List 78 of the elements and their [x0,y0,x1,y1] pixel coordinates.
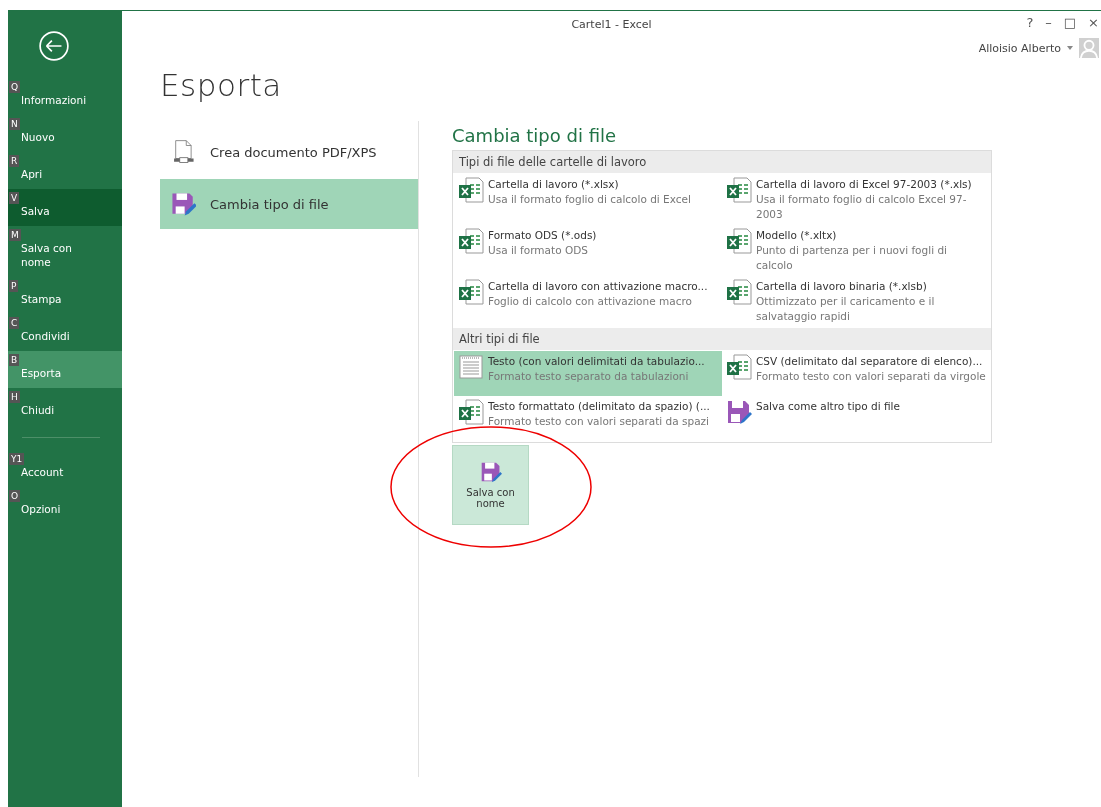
file-type-item[interactable]: Testo formattato (delimitato da spazio) (... Formato testo con valori separati da spazi [454,396,722,441]
file-type-item[interactable]: Salva come altro tipo di file [722,396,990,441]
key-tip: C [9,317,20,329]
file-type-description: Formato testo con valori separati da spazi [488,414,710,429]
floppy-pen-icon [726,399,752,425]
sidebar-item[interactable]: Y1 Account [8,450,122,487]
spreadsheet-icon [726,228,752,254]
file-type-description: Usa il formato ODS [488,243,589,258]
group-header: Tipi di file delle cartelle di lavoro [453,151,991,173]
file-type-item[interactable]: Cartella di lavoro (*.xlsx) Usa il formato foglio di calcolo di Excel [454,174,722,225]
file-type-description: Punto di partenza per i nuovi fogli di calcolo [756,243,948,273]
file-type-item[interactable]: Modello (*.xltx) Punto di partenza per i nuovi fogli di calcolo [722,225,990,276]
file-type-name: Cartella di lavoro binaria (*.xlsb) [756,279,928,294]
section-title: Cambia tipo di file [452,125,618,146]
file-type-description: Formato testo separato da tabulazioni [488,369,690,384]
file-type-name: Cartella di lavoro (*.xlsx) [488,177,620,192]
floppy-pen-icon [170,191,196,217]
sidebar-item[interactable]: V Salva [8,189,122,226]
key-tip: Q [9,81,21,93]
file-type-item[interactable]: Cartella di lavoro di Excel 97-2003 (*.xls) Usa il formato foglio di calcolo Excel 97-2003 [722,174,990,225]
window-control[interactable]: × [1088,15,1099,30]
key-tip: M [9,229,21,241]
save-as-button[interactable]: Salva con nome [452,445,529,525]
file-type-name: Modello (*.xltx) [756,228,838,243]
window-control[interactable]: ? [1026,15,1034,30]
sidebar-item[interactable]: P Stampa [8,277,122,314]
back-icon[interactable] [38,30,70,62]
key-tip: H [9,391,20,403]
key-tip: P [9,280,19,292]
file-type-item[interactable]: Testo (con valori delimitati da tabulazio... Formato testo separato da tabulazioni [454,351,722,396]
window-control[interactable]: □ [1063,15,1077,30]
file-type-description: Usa il formato foglio di calcolo Excel 97-2003 [756,192,968,222]
sidebar-item[interactable]: H Chiudi [8,388,122,425]
window-title: Cartel1 - Excel [571,17,652,31]
key-tip: B [9,354,20,366]
sidebar-item[interactable]: O Opzioni [8,487,122,524]
group-header: Altri tipi di file [453,328,991,350]
file-type-name: CSV (delimitato dal separatore di elenco)... [756,354,984,369]
sidebar-item[interactable]: C Condividi [8,314,122,351]
floppy-pen-icon [479,461,502,483]
file-type-description: Formato testo con valori separati da virgole [756,369,986,384]
file-type-name: Formato ODS (*.ods) [488,228,597,243]
export-option[interactable]: Crea documento PDF/XPS [160,127,418,177]
key-tip: R [9,155,20,167]
caret-icon[interactable] [1067,46,1073,50]
export-option[interactable]: Cambia tipo di file [160,179,418,229]
key-tip: Y1 [9,453,25,465]
key-tip: N [9,118,20,130]
spreadsheet-icon [458,228,484,254]
file-type-description: Foglio di calcolo con attivazione macro [488,294,693,309]
spreadsheet-icon [458,279,484,305]
file-type-name: Salva come altro tipo di file [756,399,900,414]
spreadsheet-icon [458,399,484,425]
text-file-icon [458,354,484,380]
sidebar-item[interactable]: Q Informazioni [8,78,122,115]
file-type-name: Cartella di lavoro con attivazione macro... [488,279,708,294]
spreadsheet-icon [726,177,752,203]
file-type-item[interactable]: Cartella di lavoro binaria (*.xlsb) Ottimizzato per il caricamento e il salvataggio rapidi [722,276,990,327]
user-name[interactable]: Alloisio Alberto [978,41,1061,55]
file-type-item[interactable]: Cartella di lavoro con attivazione macro... Foglio di calcolo con attivazione macro [454,276,722,327]
key-tip: V [9,192,20,204]
sidebar-item[interactable]: B Esporta [8,351,122,388]
file-type-item[interactable]: Formato ODS (*.ods) Usa il formato ODS [454,225,722,276]
file-type-name: Testo (con valori delimitati da tabulazio... [488,354,705,369]
spreadsheet-icon [458,177,484,203]
spreadsheet-icon [726,279,752,305]
sidebar-item[interactable]: M Salva con nome [8,226,122,277]
file-type-name: Testo formattato (delimitato da spazio) (... [488,399,710,414]
file-type-name: Cartella di lavoro di Excel 97-2003 (*.xls) [756,177,973,192]
sidebar-item[interactable]: N Nuovo [8,115,122,152]
sidebar-item[interactable]: R Apri [8,152,122,189]
spreadsheet-icon [726,354,752,380]
page-title: Esporta [160,67,283,103]
file-type-item[interactable]: CSV (delimitato dal separatore di elenco)... Formato testo con valori separati da virgole [722,351,990,396]
key-tip: O [9,490,21,502]
file-type-description: Ottimizzato per il caricamento e il salvataggio rapidi [756,294,936,324]
file-type-description: Usa il formato foglio di calcolo di Excel [488,192,691,207]
window-control[interactable]: – [1045,15,1052,30]
